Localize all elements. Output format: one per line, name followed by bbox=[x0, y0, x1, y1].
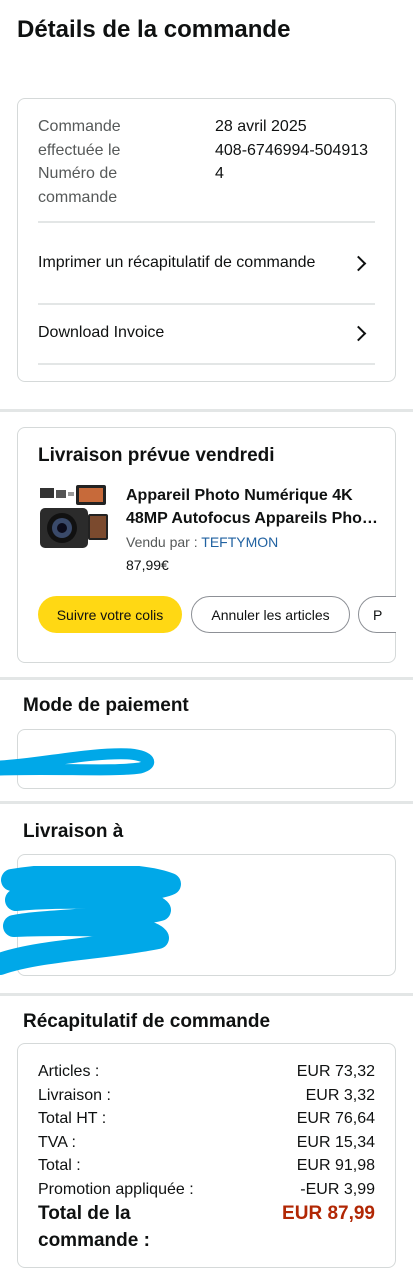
sold-by-label: Vendu par : bbox=[126, 534, 198, 550]
payment-section-title: Mode de paiement bbox=[23, 695, 189, 716]
seller-link[interactable]: TEFTYMON bbox=[201, 534, 278, 550]
order-total-value: EUR 87,99 bbox=[282, 1203, 375, 1224]
divider bbox=[38, 303, 375, 305]
summary-label: Promotion appliquée : bbox=[38, 1180, 194, 1198]
download-invoice-link[interactable]: Download Invoice bbox=[38, 317, 375, 349]
order-meta-values: 28 avril 2025 408-6746994-5049134 bbox=[215, 115, 375, 186]
shipping-section-title: Livraison à bbox=[23, 821, 124, 842]
redaction-scribble bbox=[0, 748, 155, 776]
print-summary-label: Imprimer un récapitulatif de commande bbox=[38, 254, 316, 271]
summary-value: EUR 91,98 bbox=[296, 1157, 375, 1174]
summary-row: Total : EUR 91,98 bbox=[38, 1154, 375, 1178]
section-separator bbox=[0, 677, 413, 680]
summary-section-title: Récapitulatif de commande bbox=[23, 1011, 271, 1032]
summary-row: Livraison : EUR 3,32 bbox=[38, 1084, 375, 1108]
delivery-card: Livraison prévue vendredi Appareil Photo… bbox=[17, 427, 396, 663]
chevron-right-icon bbox=[353, 256, 367, 270]
camera-product-icon[interactable] bbox=[38, 484, 110, 554]
more-action-button[interactable]: P bbox=[358, 596, 396, 633]
order-summary-card: Articles : EUR 73,32 Livraison : EUR 3,3… bbox=[17, 1043, 396, 1268]
summary-value: EUR 73,32 bbox=[296, 1063, 375, 1080]
product-title[interactable]: Appareil Photo Numérique 4K 48MP Autofoc… bbox=[126, 484, 378, 530]
order-number-label: Numéro de commande bbox=[38, 165, 118, 206]
divider bbox=[38, 221, 375, 223]
order-total-row: Total de la commande : EUR 87,99 bbox=[38, 1200, 375, 1254]
download-invoice-label: Download Invoice bbox=[38, 324, 165, 341]
section-separator bbox=[0, 801, 413, 804]
summary-label: Articles : bbox=[38, 1063, 100, 1080]
summary-label: Livraison : bbox=[38, 1086, 111, 1104]
product-price: 87,99€ bbox=[126, 557, 169, 573]
summary-value: EUR 76,64 bbox=[296, 1110, 375, 1127]
seller-line: Vendu par : TEFTYMON bbox=[126, 532, 278, 552]
divider bbox=[38, 363, 375, 365]
summary-label: Total HT : bbox=[38, 1110, 107, 1127]
delivery-title: Livraison prévue vendredi bbox=[38, 445, 275, 466]
order-total-label: Total de la commande : bbox=[38, 1203, 150, 1251]
summary-row: Total HT : EUR 76,64 bbox=[38, 1107, 375, 1131]
summary-row: Promotion appliquée : -EUR 3,99 bbox=[38, 1178, 375, 1202]
page-title: Détails de la commande bbox=[17, 16, 291, 43]
print-summary-link[interactable]: Imprimer un récapitulatif de commande bbox=[38, 237, 375, 289]
chevron-right-icon bbox=[353, 326, 367, 340]
redaction-scribble bbox=[0, 866, 181, 975]
summary-value: EUR 3,32 bbox=[305, 1086, 375, 1104]
order-placed-label: Commande effectuée le bbox=[38, 118, 121, 159]
order-meta-labels: Commande effectuée le Numéro de commande bbox=[38, 115, 188, 209]
order-details-card: Commande effectuée le Numéro de commande… bbox=[17, 98, 396, 382]
section-separator bbox=[0, 409, 413, 412]
action-buttons: Suivre votre colis Annuler les articles … bbox=[38, 596, 396, 636]
summary-row: TVA : EUR 15,34 bbox=[38, 1131, 375, 1155]
order-number-value: 408-6746994-5049134 bbox=[215, 141, 369, 183]
product-title-line2: 48MP Autofocus Appareils Photo Numérique… bbox=[126, 510, 378, 527]
product-title-line1: Appareil Photo Numérique 4K bbox=[126, 487, 353, 504]
summary-value: EUR 15,34 bbox=[296, 1133, 375, 1151]
summary-label: Total : bbox=[38, 1157, 81, 1174]
order-placed-value: 28 avril 2025 bbox=[215, 118, 307, 135]
summary-value: -EUR 3,99 bbox=[300, 1180, 375, 1198]
track-package-button[interactable]: Suivre votre colis bbox=[38, 596, 182, 633]
cancel-items-button[interactable]: Annuler les articles bbox=[191, 596, 350, 633]
summary-label: TVA : bbox=[38, 1133, 76, 1151]
summary-row: Articles : EUR 73,32 bbox=[38, 1060, 375, 1084]
section-separator bbox=[0, 993, 413, 996]
